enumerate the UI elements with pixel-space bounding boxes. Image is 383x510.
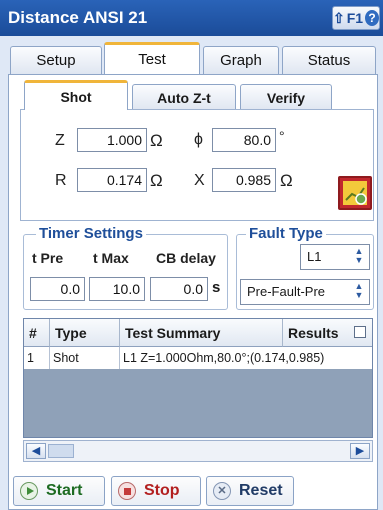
fault-phase-value: L1 xyxy=(307,249,322,264)
cb-delay-input[interactable]: 0.0 xyxy=(150,277,208,301)
play-icon xyxy=(20,482,38,500)
results-label: Results xyxy=(288,325,339,341)
row-summary: L1 Z=1.000Ohm,80.0°;(0.174,0.985) xyxy=(123,351,325,365)
reset-button[interactable]: ✕ Reset xyxy=(206,476,294,506)
fault-mode-select[interactable]: Pre-Fault-Pre ▲ ▼ xyxy=(240,279,370,305)
col-header-results[interactable]: Results xyxy=(283,319,372,347)
r-input[interactable]: 0.174 xyxy=(77,168,147,192)
impedance-graph-icon[interactable] xyxy=(338,176,372,210)
stop-label: Stop xyxy=(144,482,180,499)
z-input[interactable]: 1.000 xyxy=(77,128,147,152)
cb-delay-label: CB delay xyxy=(156,250,216,266)
z-unit: Ω xyxy=(150,131,163,150)
help-key-label: F1 xyxy=(346,10,364,26)
spinner-arrows-icon[interactable]: ▲ ▼ xyxy=(351,247,367,267)
timer-unit: s xyxy=(212,279,221,296)
t-pre-input[interactable]: 0.0 xyxy=(30,277,85,301)
expand-icon[interactable] xyxy=(354,326,366,338)
phi-input[interactable]: 80.0 xyxy=(212,128,276,152)
row-number: 1 xyxy=(24,347,50,369)
shot-panel xyxy=(20,109,374,221)
fault-type-title: Fault Type xyxy=(246,225,326,242)
subtab-auto-z-t[interactable]: Auto Z-t xyxy=(132,84,236,110)
start-button[interactable]: Start xyxy=(13,476,105,506)
fault-mode-value: Pre-Fault-Pre xyxy=(247,284,326,299)
x-label: X xyxy=(194,172,205,189)
stop-icon xyxy=(118,482,136,500)
scroll-left-icon[interactable]: ◀ xyxy=(26,443,46,459)
t-max-label: t Max xyxy=(93,250,129,266)
test-table[interactable]: # Type Test Summary Results 1 Shot L1 Z=… xyxy=(23,318,373,438)
stop-button[interactable]: Stop xyxy=(111,476,201,506)
up-arrow-icon: ⇧ xyxy=(333,9,345,26)
tab-setup[interactable]: Setup xyxy=(10,46,102,74)
timer-settings-title: Timer Settings xyxy=(36,225,146,242)
tab-status[interactable]: Status xyxy=(282,46,376,74)
fault-phase-select[interactable]: L1 ▲ ▼ xyxy=(300,244,370,270)
reset-label: Reset xyxy=(239,482,283,499)
col-header-summary[interactable]: Test Summary xyxy=(120,319,283,347)
spinner-arrows-icon[interactable]: ▲ ▼ xyxy=(351,282,367,302)
t-pre-label: t Pre xyxy=(32,250,64,266)
scroll-right-icon[interactable]: ▶ xyxy=(350,443,370,459)
reset-icon: ✕ xyxy=(213,482,231,500)
table-row[interactable]: 1 Shot L1 Z=1.000Ohm,80.0°;(0.174,0.985) xyxy=(24,347,372,369)
subtab-verify[interactable]: Verify xyxy=(240,84,332,110)
tab-graph[interactable]: Graph xyxy=(203,46,279,74)
x-input[interactable]: 0.985 xyxy=(212,168,276,192)
col-header-type[interactable]: Type xyxy=(50,319,120,347)
r-label: R xyxy=(55,172,67,189)
x-unit: Ω xyxy=(280,171,293,190)
scroll-thumb[interactable] xyxy=(48,444,74,458)
subtab-shot[interactable]: Shot xyxy=(24,80,128,110)
help-icon: ? xyxy=(365,10,379,26)
tab-test[interactable]: Test xyxy=(104,42,200,74)
table-horizontal-scrollbar[interactable]: ◀ ▶ xyxy=(23,440,373,462)
phi-unit: ° xyxy=(279,128,285,144)
phi-label: ϕ xyxy=(194,131,203,148)
row-type: Shot xyxy=(50,347,120,369)
start-label: Start xyxy=(46,482,83,499)
t-max-input[interactable]: 10.0 xyxy=(89,277,145,301)
col-header-number[interactable]: # xyxy=(24,319,50,347)
help-button[interactable]: ⇧ F1 ? xyxy=(332,6,380,30)
window-title: Distance ANSI 21 xyxy=(8,8,148,27)
r-unit: Ω xyxy=(150,171,163,190)
z-label: Z xyxy=(55,132,65,149)
